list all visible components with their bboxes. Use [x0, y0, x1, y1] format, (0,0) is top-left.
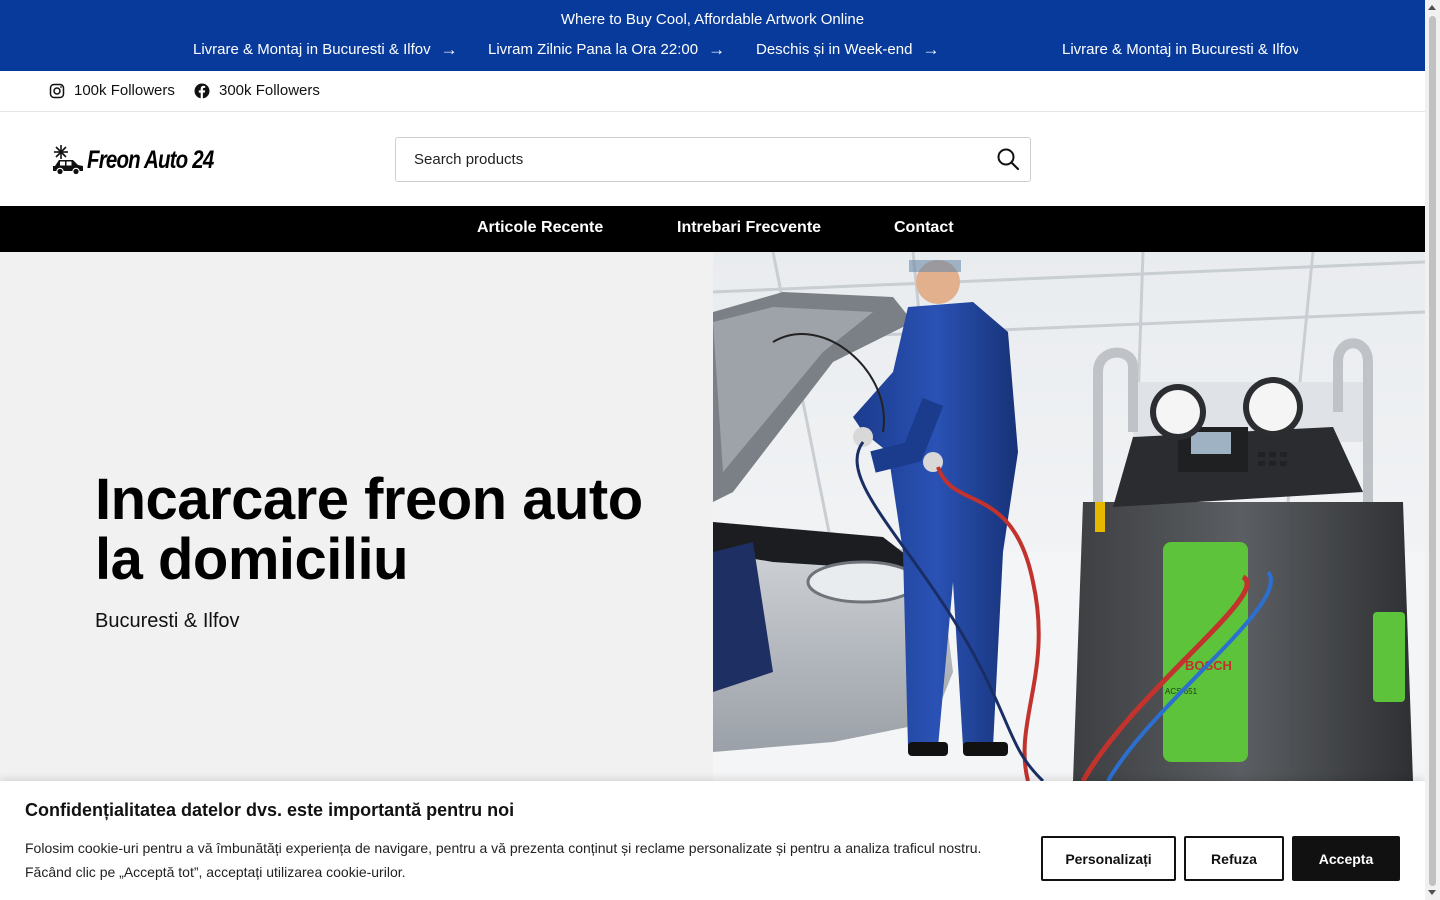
arrow-right-icon: → — [708, 41, 726, 59]
main-nav: Articole Recente Intrebari Frecvente Con… — [0, 206, 1425, 252]
logo-text: Freon Auto 24 — [87, 145, 214, 174]
site-logo[interactable]: Freon Auto 24 — [51, 144, 241, 176]
ticker-item[interactable]: Livrare & Montaj in Bucuresti & Ilfov — [1062, 41, 1298, 58]
ticker-item[interactable]: Deschis și in Week-end → — [756, 41, 939, 58]
hero-section: Incarcare freon auto la domiciliu Bucure… — [0, 252, 1425, 781]
ticker-item[interactable]: Livrare & Montaj in Bucuresti & Ilfov → — [193, 41, 458, 58]
instagram-icon — [49, 83, 65, 98]
facebook-followers: 300k Followers — [219, 82, 320, 99]
scroll-down-arrow-icon[interactable] — [1428, 890, 1436, 895]
cookie-title: Confidențialitatea datelor dvs. este imp… — [25, 800, 515, 820]
hero-image-technician-ac-service: BOSCH ACS 651 — [713, 252, 1425, 781]
ticker-label: Livram Zilnic Pana la Ora 22:00 — [488, 41, 699, 58]
announcement-bar: Where to Buy Cool, Affordable Artwork On… — [0, 0, 1425, 71]
page-scrollbar[interactable] — [1425, 0, 1440, 900]
cookie-accept-button[interactable]: Accepta — [1292, 836, 1400, 881]
search-form — [395, 137, 1031, 182]
cookie-consent-banner: Confidențialitatea datelor dvs. este imp… — [0, 781, 1425, 900]
nav-item-contact[interactable]: Contact — [894, 219, 954, 237]
instagram-link[interactable]: 100k Followers — [49, 82, 175, 99]
ticker-label: Livrare & Montaj in Bucuresti & Ilfov — [193, 41, 431, 58]
cookie-customize-button[interactable]: Personalizați — [1041, 836, 1176, 881]
scrollbar-thumb[interactable] — [1429, 16, 1436, 886]
ticker-item[interactable]: Livram Zilnic Pana la Ora 22:00 → — [488, 41, 725, 58]
arrow-right-icon: → — [440, 41, 458, 59]
announcement-title: Where to Buy Cool, Affordable Artwork On… — [560, 11, 865, 28]
ticker-label: Deschis și in Week-end — [756, 41, 913, 58]
instagram-followers: 100k Followers — [74, 82, 175, 99]
social-bar: 100k Followers 300k Followers — [0, 71, 1425, 112]
search-icon — [997, 148, 1020, 171]
ticker-label: Livrare & Montaj in Bucuresti & Ilfov — [1062, 41, 1298, 58]
arrow-right-icon: → — [922, 41, 940, 59]
cookie-text: Folosim cookie-uri pentru a vă îmbunătăț… — [25, 840, 982, 880]
hero-title: Incarcare freon auto la domiciliu — [95, 467, 643, 592]
hero-subtitle: Bucuresti & Ilfov — [95, 610, 240, 632]
scroll-up-arrow-icon[interactable] — [1428, 5, 1436, 10]
announcement-ticker: Livrare & Montaj in Bucuresti & Ilfov → … — [0, 41, 1298, 63]
nav-item-articole-recente[interactable]: Articole Recente — [477, 219, 603, 237]
cookie-reject-button[interactable]: Refuza — [1184, 836, 1284, 881]
facebook-icon — [194, 83, 210, 98]
facebook-link[interactable]: 300k Followers — [194, 82, 320, 99]
car-snowflake-logo-icon — [53, 145, 83, 176]
search-input[interactable] — [396, 138, 976, 181]
nav-item-intrebari-frecvente[interactable]: Intrebari Frecvente — [677, 219, 821, 237]
search-button[interactable] — [996, 147, 1020, 171]
site-header: Freon Auto 24 — [0, 112, 1425, 206]
